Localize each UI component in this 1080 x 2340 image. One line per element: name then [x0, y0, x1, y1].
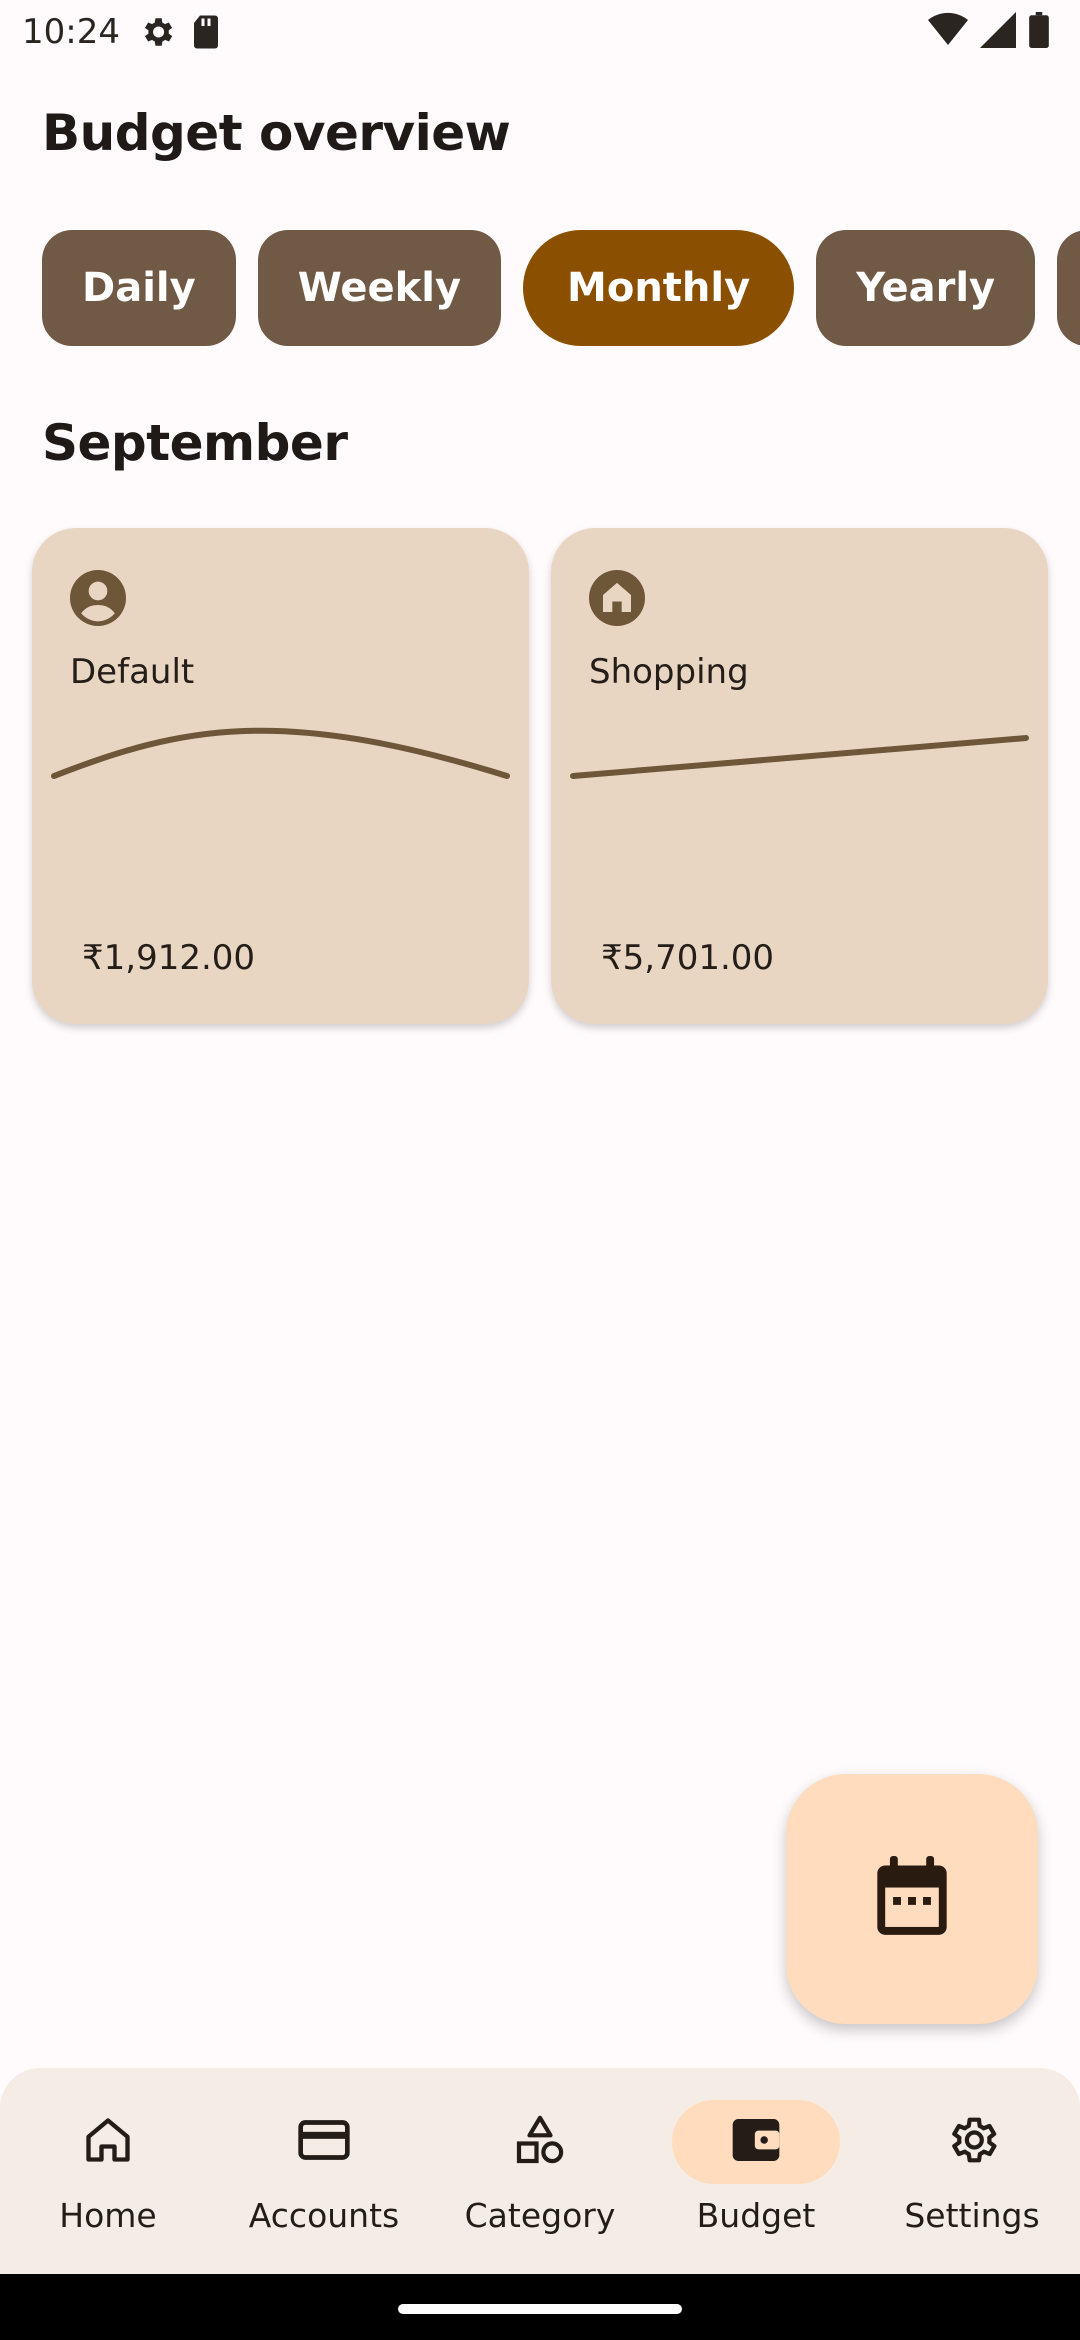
person-circle-icon [70, 570, 126, 626]
nav-item-home[interactable]: Home [0, 2068, 216, 2274]
battery-icon [1028, 12, 1050, 57]
nav-item-indicator [672, 2100, 840, 2184]
gesture-handle[interactable] [398, 2304, 682, 2314]
system-gesture-bar [0, 2274, 1080, 2340]
nav-item-settings[interactable]: Settings [864, 2068, 1080, 2274]
shapes-icon [512, 2112, 568, 2172]
settings-gear-icon [138, 13, 176, 51]
nav-label: Accounts [248, 2196, 400, 2235]
home-icon [82, 2114, 134, 2170]
calendar-fab-button[interactable] [786, 1774, 1038, 2024]
wifi-icon [928, 12, 968, 57]
gear-icon [944, 2112, 1000, 2172]
budget-sparkline [51, 727, 510, 779]
budget-card-default[interactable]: Default ₹1,912.00 [32, 528, 529, 1024]
nav-label: Budget [696, 2196, 816, 2235]
chip-all[interactable]: A [1057, 230, 1080, 346]
chip-daily[interactable]: Daily [42, 230, 236, 346]
nav-label: Settings [904, 2196, 1040, 2235]
section-title: September [42, 414, 348, 472]
status-time: 10:24 [22, 12, 120, 52]
chip-weekly[interactable]: Weekly [257, 230, 502, 346]
nav-item-budget[interactable]: Budget [648, 2068, 864, 2274]
nav-label: Category [464, 2196, 616, 2235]
calendar-icon [874, 1856, 950, 1942]
chip-yearly[interactable]: Yearly [816, 230, 1036, 346]
budget-cards: Default ₹1,912.00 Shopping ₹5,701.00 [32, 528, 1048, 1024]
nav-item-accounts[interactable]: Accounts [216, 2068, 432, 2274]
budget-card-shopping[interactable]: Shopping ₹5,701.00 [551, 528, 1048, 1024]
nav-item-indicator [240, 2100, 408, 2184]
budget-card-name: Default [70, 652, 195, 692]
page-title: Budget overview [42, 104, 511, 162]
budget-card-amount: ₹1,912.00 [82, 938, 256, 978]
nav-item-indicator [456, 2100, 624, 2184]
nav-item-indicator [24, 2100, 192, 2184]
cell-signal-icon [980, 12, 1016, 57]
budget-sparkline [570, 735, 1029, 779]
wallet-icon [728, 2112, 784, 2172]
home-circle-icon [589, 570, 645, 626]
budget-card-amount: ₹5,701.00 [601, 938, 775, 978]
period-filter-chips: Daily Weekly Monthly Yearly A [42, 230, 1080, 346]
credit-card-icon [296, 2112, 352, 2172]
nav-item-category[interactable]: Category [432, 2068, 648, 2274]
nav-label: Home [59, 2196, 157, 2235]
nav-item-indicator [888, 2100, 1056, 2184]
bottom-navigation: Home Accounts Category Budget Settings [0, 2068, 1080, 2274]
status-bar: 10:24 [0, 0, 1080, 64]
chip-monthly[interactable]: Monthly [523, 230, 795, 346]
budget-card-name: Shopping [589, 652, 749, 692]
sd-card-icon [190, 14, 222, 50]
